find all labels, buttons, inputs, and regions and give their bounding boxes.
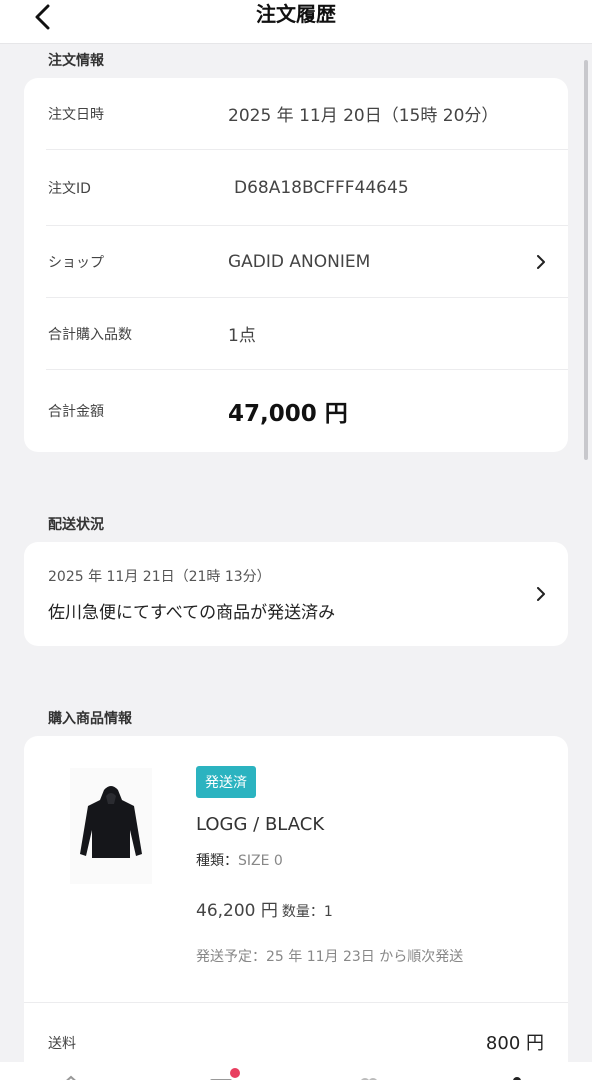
app-header: 注文履歴 [0,0,592,44]
order-info-heading: 注文情報 [48,53,104,69]
bottom-tab-bar [0,1062,592,1080]
delivery-heading: 配送状況 [48,517,104,533]
heart-icon [361,1078,377,1080]
status-badge: 発送済 [196,766,256,798]
scrollbar[interactable] [584,60,588,460]
product-image[interactable] [70,768,152,884]
order-date-label: 注文日時 [48,106,104,123]
home-icon [66,1075,76,1080]
shipping-fee-label: 送料 [48,1036,76,1052]
item-count-label: 合計購入品数 [48,326,132,343]
item-count-row: 合計購入品数 1点 [46,298,568,370]
delivery-card[interactable]: 2025 年 11月 21日（21時 13分） 佐川急便にてすべての商品が発送済… [24,542,568,646]
order-id-value: D68A18BCFFF44645 [234,177,409,198]
tab-favorites[interactable] [354,1070,384,1080]
delivery-date: 2025 年 11月 21日（21時 13分） [48,569,271,585]
order-date-value: 2025 年 11月 20日（15時 20分） [228,106,499,126]
product-price: 46,200 円 [196,901,278,921]
user-icon [513,1077,521,1080]
total-label: 合計金額 [48,404,104,420]
shop-value: GADID ANONIEM [228,251,371,272]
variant-value: SIZE 0 [238,853,283,869]
product-variant: 種類：SIZE 0 [196,850,283,870]
shipping-fee-value: 800 円 [485,1033,544,1054]
order-id-row: 注文ID D68A18BCFFF44645 [46,150,568,226]
chevron-right-icon [537,254,545,269]
tab-mypage[interactable] [506,1070,536,1080]
shop-label: ショップ [48,254,104,271]
tab-home[interactable] [56,1070,86,1080]
notification-dot [230,1068,240,1078]
order-info-card: 注文日時 2025 年 11月 20日（15時 20分） 注文ID D68A18… [24,78,568,452]
chevron-right-icon [537,587,545,601]
page-title: 注文履歴 [256,2,336,26]
jacket-image [80,786,142,858]
shop-row[interactable]: ショップ GADID ANONIEM [46,226,568,298]
purchased-card: 発送済 LOGG / BLACK 種類：SIZE 0 46,200 円数量：1 … [24,736,568,1080]
purchased-heading: 購入商品情報 [48,711,132,727]
order-id-label: 注文ID [48,180,91,197]
delivery-status: 佐川急便にてすべての商品が発送済み [48,603,336,623]
shipping-eta: 発送予定：25 年 11月 23日 から順次発送 [196,949,464,965]
order-date-row: 注文日時 2025 年 11月 20日（15時 20分） [46,78,568,150]
product-quantity: 数量：1 [281,904,333,920]
total-row: 合計金額 47,000 円 [46,370,568,452]
variant-label: 種類： [196,853,238,869]
item-count-value: 1点 [228,326,256,346]
total-value: 47,000 円 [228,401,348,427]
product-price-line: 46,200 円数量：1 [196,896,333,921]
product-name[interactable]: LOGG / BLACK [196,814,324,835]
tab-cart[interactable] [206,1068,240,1080]
